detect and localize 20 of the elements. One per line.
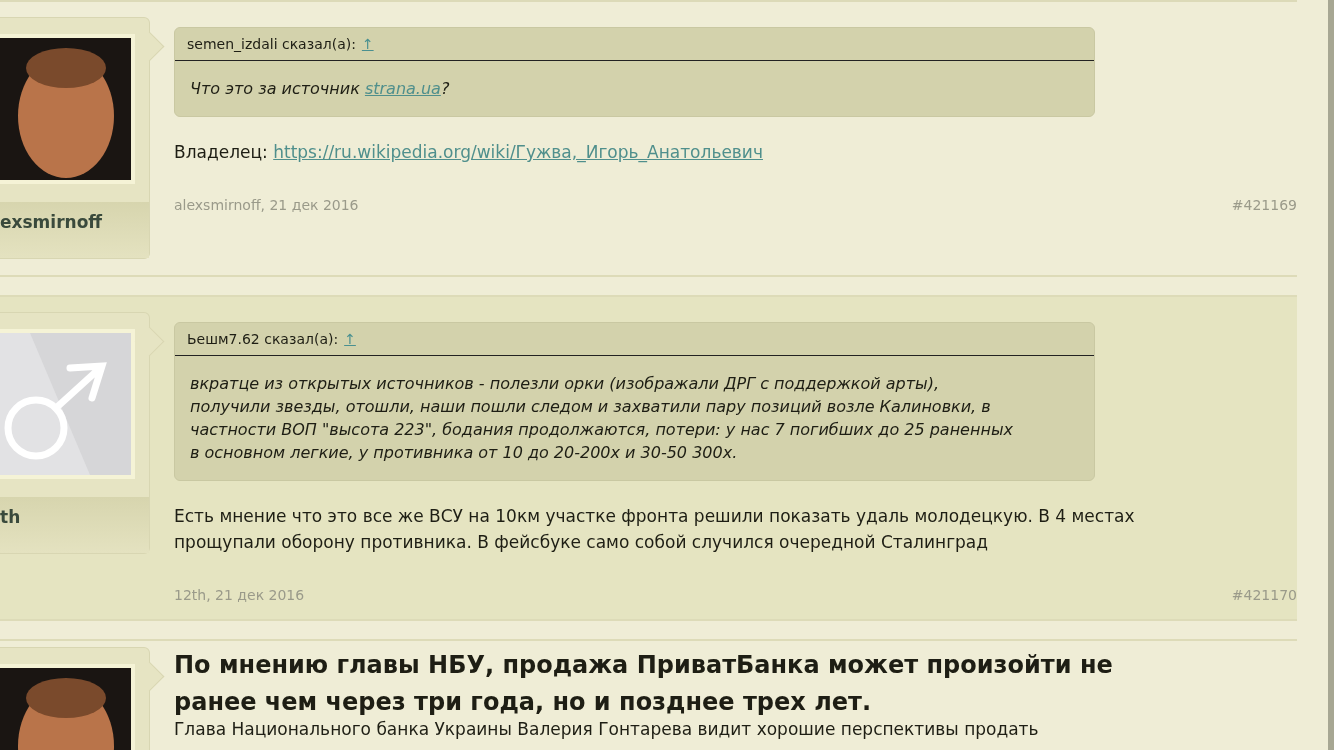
post-author-date[interactable]: alexsmirnoff, 21 дек 2016	[174, 197, 359, 213]
message-text: Владелец: https://ru.wikipedia.org/wiki/Гужва,_Игорь_Анатольевич	[174, 141, 764, 165]
jump-link[interactable]: ↑	[344, 331, 356, 347]
article-title: По мнению главы НБУ, продажа ПриватБанка может произойти не ранее чем через три года, но и позднее трех лет.	[174, 650, 1114, 718]
scrollbar[interactable]	[1328, 0, 1334, 750]
quote-text: вкратце из открытых источников - полезли орки (изображали ДРГ с поддержкой арты), получили звезды, отошли, наши пошли следом и захватили пару позиций возле Калиновки, в частности ВОП "высота 223", бодания продолжаются, потери: у нас 7 погибших до 25 раненных в основном легкие, у противника от 10 до 20-200х и 30-50 300х.	[189, 373, 1014, 464]
post-author-date[interactable]: 12th, 21 дек 2016	[174, 587, 305, 603]
jump-link[interactable]: ↑	[361, 36, 374, 52]
post-number[interactable]: #421170	[1231, 587, 1297, 603]
article-text: Глава Национального банка Украины Валерия Гонтарева видит хорошие перспективы продать	[174, 719, 1040, 739]
quote-author: semen_izdali сказал(а):	[187, 36, 356, 52]
message-text: Есть мнение что это все же ВСУ на 10км участке фронта решили показать удаль молодецкую. В 4 местах прощупали оборону противника. В фейсбуке само собой случился очередной Сталинград	[174, 505, 1136, 554]
quote-text: Что это за источник strana.ua?	[189, 78, 451, 100]
quote-link[interactable]: strana.ua	[364, 79, 441, 98]
avatar[interactable]	[0, 38, 131, 180]
username[interactable]: th	[0, 497, 149, 553]
quote-author: Ьешм7.62 сказал(а):	[187, 331, 339, 347]
username[interactable]: exsmirnoff	[0, 202, 149, 258]
post-number[interactable]: #421169	[1231, 197, 1297, 213]
message-link[interactable]: https://ru.wikipedia.org/wiki/Гужва,_Игорь_Анатольевич	[273, 142, 763, 162]
